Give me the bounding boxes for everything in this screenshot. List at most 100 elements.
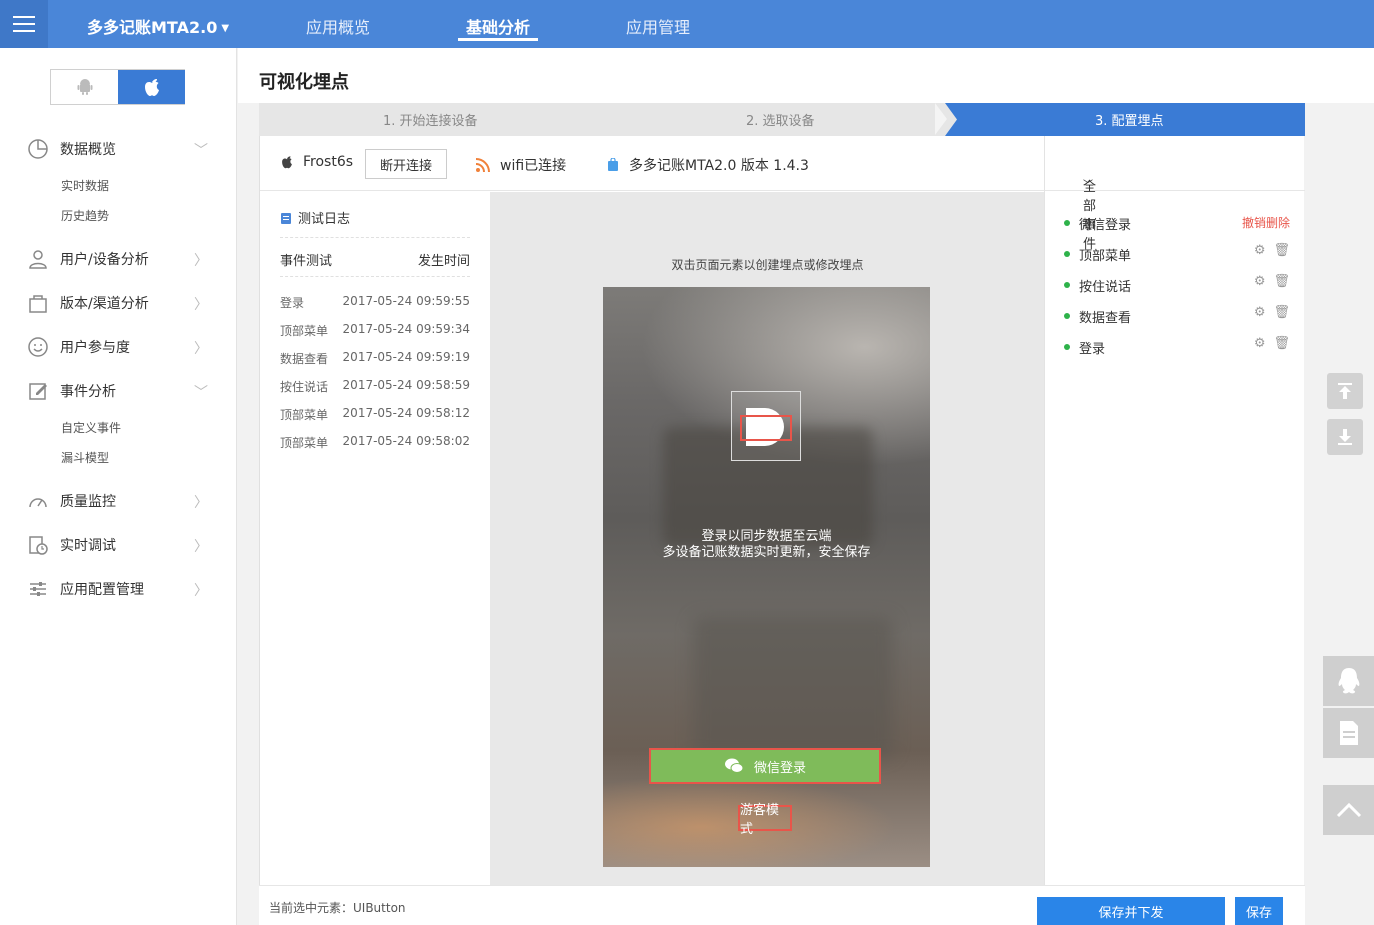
bag-icon: [26, 291, 50, 315]
app-logo[interactable]: [731, 391, 801, 461]
step-progress-bar: 1. 开始连接设备 2. 选取设备 3. 配置埋点: [259, 103, 1305, 136]
gear-icon[interactable]: ⚙: [1254, 305, 1266, 320]
nav-basic-analysis[interactable]: 基础分析: [466, 14, 530, 38]
gear-icon[interactable]: ⚙: [1254, 243, 1266, 258]
chevron-right-icon: 〉: [194, 583, 208, 599]
event-item[interactable]: 顶部菜单 ⚙ 🗑: [1064, 243, 1290, 265]
trash-icon[interactable]: 🗑: [1273, 305, 1290, 320]
chevron-right-icon: 〉: [194, 253, 208, 269]
menu-data-overview[interactable]: 数据概览 ﹀: [26, 137, 216, 161]
nav-app-management[interactable]: 应用管理: [626, 14, 690, 38]
save-button[interactable]: 保存: [1235, 897, 1283, 925]
nav-app-overview[interactable]: 应用概览: [306, 14, 370, 38]
gauge-icon: [26, 489, 50, 513]
step-3-active: 3. 配置埋点: [945, 103, 1305, 136]
arrow-up-bar-icon: [1338, 383, 1352, 399]
app-bag-icon: [608, 158, 618, 171]
menu-label: 用户/设备分析: [60, 252, 149, 268]
chevron-down-icon: ﹀: [1083, 180, 1093, 191]
phone-screen[interactable]: 登录以同步数据至云端 多设备记账数据实时更新，安全保存 微信登录 游客模式: [603, 287, 930, 867]
log-table-header: 事件测试 发生时间: [280, 237, 470, 277]
submenu-custom-event[interactable]: 自定义事件: [61, 419, 121, 436]
ios-tab[interactable]: [118, 70, 185, 104]
event-item[interactable]: 按住说话 ⚙ 🗑: [1064, 274, 1290, 296]
save-and-publish-button[interactable]: 保存并下发: [1037, 897, 1225, 925]
top-nav-bar: 多多记账MTA2.0 ▼ 应用概览 基础分析 应用管理: [0, 0, 1374, 48]
menu-label: 实时调试: [60, 538, 116, 554]
log-time: 2017-05-24 09:59:19: [342, 350, 470, 364]
feedback-button[interactable]: [1323, 708, 1374, 758]
preview-hint: 双击页面元素以创建埋点或修改埋点: [671, 258, 864, 272]
os-toggle: [50, 69, 185, 105]
log-event: 顶部菜单: [280, 324, 329, 338]
menu-realtime-debug[interactable]: 实时调试 〉: [26, 533, 216, 557]
background-blur: [693, 617, 893, 757]
status-dot: [1064, 313, 1070, 319]
clipboard-icon: [281, 212, 291, 224]
hamburger-menu-icon[interactable]: [0, 0, 48, 48]
apple-icon: [144, 79, 159, 96]
wechat-login-label: 微信登录: [753, 760, 806, 776]
app-selector[interactable]: 多多记账MTA2.0 ▼: [87, 14, 229, 38]
guest-mode-button[interactable]: 游客模式: [738, 803, 792, 837]
menu-label: 版本/渠道分析: [60, 296, 149, 312]
device-preview-area: 双击页面元素以创建埋点或修改埋点 登录以同步数据至云端 多设备记账数据实时更新，…: [490, 192, 1045, 885]
log-event: 顶部菜单: [280, 408, 329, 422]
wechat-login-button[interactable]: 微信登录: [649, 748, 881, 784]
scroll-top-button[interactable]: [1327, 373, 1363, 409]
event-label: 按住说话: [1079, 280, 1132, 295]
menu-quality-monitor[interactable]: 质量监控 〉: [26, 489, 216, 513]
main-panel: Frost6s 断开连接 wifi已连接 多多记账MTA2.0 版本 1.4.3: [259, 136, 1045, 885]
menu-app-config-management[interactable]: 应用配置管理 〉: [26, 577, 216, 601]
page-header: 可视化埋点: [238, 48, 1374, 103]
menu-event-analysis[interactable]: 事件分析 ﹀: [26, 379, 216, 403]
events-filter[interactable]: 全部事件 ﹀: [1045, 136, 1305, 252]
chevron-right-icon: 〉: [194, 341, 208, 357]
qq-support-button[interactable]: [1323, 656, 1374, 706]
back-to-top-button[interactable]: [1323, 785, 1374, 835]
log-event: 顶部菜单: [280, 436, 329, 450]
scroll-bottom-button[interactable]: [1327, 419, 1363, 455]
menu-label: 事件分析: [60, 384, 116, 400]
trash-icon[interactable]: 🗑: [1273, 336, 1290, 351]
status-dot: [1064, 344, 1070, 350]
login-prompt-line2: 多设备记账数据实时更新，安全保存: [662, 545, 871, 560]
menu-user-device-analysis[interactable]: 用户/设备分析 〉: [26, 247, 216, 271]
arrow-down-bar-icon: [1338, 429, 1352, 445]
event-item[interactable]: 登录 ⚙ 🗑: [1064, 336, 1290, 358]
log-event: 登录: [280, 296, 305, 310]
submenu-history-trend[interactable]: 历史趋势: [61, 207, 109, 224]
submenu-funnel-model[interactable]: 漏斗模型: [61, 449, 109, 466]
app-version-label: 多多记账MTA2.0 版本 1.4.3: [629, 158, 809, 174]
device-bar: Frost6s 断开连接 wifi已连接 多多记账MTA2.0 版本 1.4.3: [260, 136, 1045, 191]
android-icon: [77, 79, 92, 95]
log-time: 2017-05-24 09:59:55: [342, 294, 470, 308]
event-label: 数据查看: [1079, 311, 1132, 326]
selection-highlight: [740, 415, 792, 441]
event-item[interactable]: 微信登录 撤销删除: [1064, 214, 1290, 234]
trash-icon[interactable]: 🗑: [1273, 274, 1290, 289]
user-icon: [26, 247, 50, 271]
undo-delete-link[interactable]: 撤销删除: [1242, 214, 1290, 231]
sidebar: 数据概览 ﹀ 实时数据 历史趋势 用户/设备分析 〉 版本/渠道分析 〉 用户参…: [0, 48, 237, 925]
menu-version-channel-analysis[interactable]: 版本/渠道分析 〉: [26, 291, 216, 315]
log-time: 2017-05-24 09:58:12: [342, 406, 470, 420]
menu-label: 用户参与度: [60, 340, 130, 356]
smile-icon: [26, 335, 50, 359]
app-title: 多多记账MTA2.0: [87, 18, 218, 37]
menu-user-engagement[interactable]: 用户参与度 〉: [26, 335, 216, 359]
gear-icon[interactable]: ⚙: [1254, 336, 1266, 351]
wechat-icon: [724, 758, 744, 773]
debug-clock-icon: [26, 533, 50, 557]
wifi-status: wifi已连接: [475, 155, 566, 175]
disconnect-button[interactable]: 断开连接: [365, 149, 447, 179]
event-item[interactable]: 数据查看 ⚙ 🗑: [1064, 305, 1290, 327]
trash-icon[interactable]: 🗑: [1273, 243, 1290, 258]
submenu-realtime-data[interactable]: 实时数据: [61, 177, 109, 194]
android-tab[interactable]: [51, 70, 118, 104]
chevron-right-icon: 〉: [194, 297, 208, 313]
device-name: Frost6s: [303, 154, 354, 170]
step-2: 2. 选取设备: [746, 114, 815, 129]
gear-icon[interactable]: ⚙: [1254, 274, 1266, 289]
wifi-rss-icon: [475, 158, 490, 173]
